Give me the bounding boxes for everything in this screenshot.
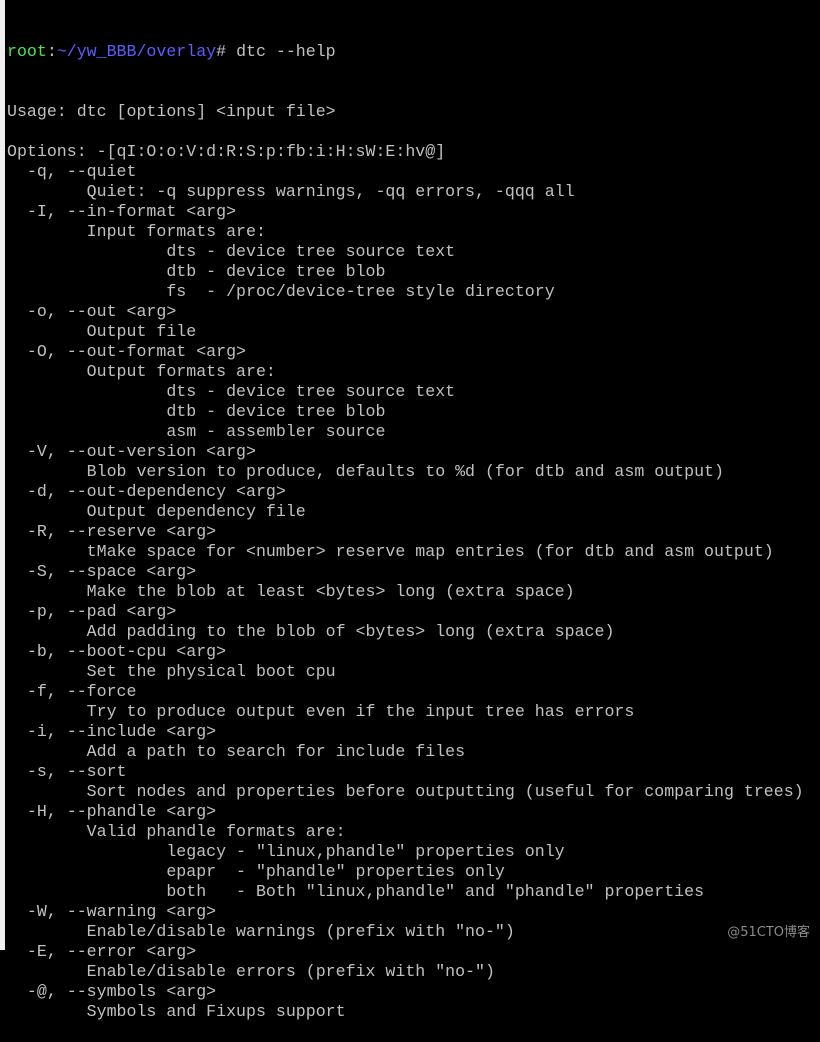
prompt-line: root:~/yw_BBB/overlay# dtc --help bbox=[7, 42, 820, 62]
output-line: Output dependency file bbox=[7, 502, 306, 521]
output-line: -E, --error <arg> bbox=[7, 942, 197, 961]
prompt-command: dtc --help bbox=[236, 42, 336, 61]
output-line: -f, --force bbox=[7, 682, 137, 701]
output-line: Enable/disable warnings (prefix with "no… bbox=[7, 922, 515, 941]
output-line: Blob version to produce, defaults to %d … bbox=[7, 462, 724, 481]
output-line: Output file bbox=[7, 322, 197, 341]
output-line: -W, --warning <arg> bbox=[7, 902, 217, 921]
output-line: dtb - device tree blob bbox=[7, 262, 386, 281]
terminal-output[interactable]: root:~/yw_BBB/overlay# dtc --help Usage:… bbox=[7, 2, 820, 1021]
output-line: Quiet: -q suppress warnings, -qq errors,… bbox=[7, 182, 575, 201]
prompt-path: ~/yw_BBB/overlay bbox=[56, 42, 217, 61]
output-line: Set the physical boot cpu bbox=[7, 662, 336, 681]
output-line: -s, --sort bbox=[7, 762, 127, 781]
output-line: Input formats are: bbox=[7, 222, 266, 241]
output-line: -V, --out-version <arg> bbox=[7, 442, 256, 461]
output-line: -b, --boot-cpu <arg> bbox=[7, 642, 227, 661]
command-output: Usage: dtc [options] <input file> Options… bbox=[7, 102, 820, 1022]
prompt-separator: : bbox=[46, 42, 57, 61]
output-line: Make the blob at least <bytes> long (ext… bbox=[7, 582, 575, 601]
output-line: Symbols and Fixups support bbox=[7, 1002, 346, 1021]
output-line: asm - assembler source bbox=[7, 422, 386, 441]
output-line: Options: -[qI:O:o:V:d:R:S:p:fb:i:H:sW:E:… bbox=[7, 142, 446, 161]
output-line: dts - device tree source text bbox=[7, 242, 456, 261]
output-line: -q, --quiet bbox=[7, 162, 137, 181]
output-line: -i, --include <arg> bbox=[7, 722, 217, 741]
output-line: -@, --symbols <arg> bbox=[7, 982, 217, 1001]
output-line: -p, --pad <arg> bbox=[7, 602, 177, 621]
output-line: Add a path to search for include files bbox=[7, 742, 466, 761]
output-line: Try to produce output even if the input … bbox=[7, 702, 635, 721]
watermark: @51CTO博客 bbox=[727, 925, 810, 940]
output-line: -H, --phandle <arg> bbox=[7, 802, 217, 821]
output-line: -O, --out-format <arg> bbox=[7, 342, 246, 361]
output-line: legacy - "linux,phandle" properties only bbox=[7, 842, 565, 861]
output-line: Usage: dtc [options] <input file> bbox=[7, 102, 336, 121]
output-line: -o, --out <arg> bbox=[7, 302, 177, 321]
output-line: -R, --reserve <arg> bbox=[7, 522, 217, 541]
prompt-hash: # bbox=[216, 42, 237, 61]
output-line: dtb - device tree blob bbox=[7, 402, 386, 421]
prompt-user: root bbox=[7, 42, 47, 61]
output-line: dts - device tree source text bbox=[7, 382, 456, 401]
output-line: -S, --space <arg> bbox=[7, 562, 197, 581]
output-line: fs - /proc/device-tree style directory bbox=[7, 282, 555, 301]
output-line: Sort nodes and properties before outputt… bbox=[7, 782, 804, 801]
output-line: Valid phandle formats are: bbox=[7, 822, 346, 841]
output-line: both - Both "linux,phandle" and "phandle… bbox=[7, 882, 705, 901]
output-line: Add padding to the blob of <bytes> long … bbox=[7, 622, 615, 641]
output-line: Output formats are: bbox=[7, 362, 276, 381]
output-line: tMake space for <number> reserve map ent… bbox=[7, 542, 774, 561]
window-left-edge bbox=[0, 0, 5, 950]
output-line: -I, --in-format <arg> bbox=[7, 202, 237, 221]
output-line: epapr - "phandle" properties only bbox=[7, 862, 505, 881]
output-line: -d, --out-dependency <arg> bbox=[7, 482, 286, 501]
output-line: Enable/disable errors (prefix with "no-"… bbox=[7, 962, 495, 981]
